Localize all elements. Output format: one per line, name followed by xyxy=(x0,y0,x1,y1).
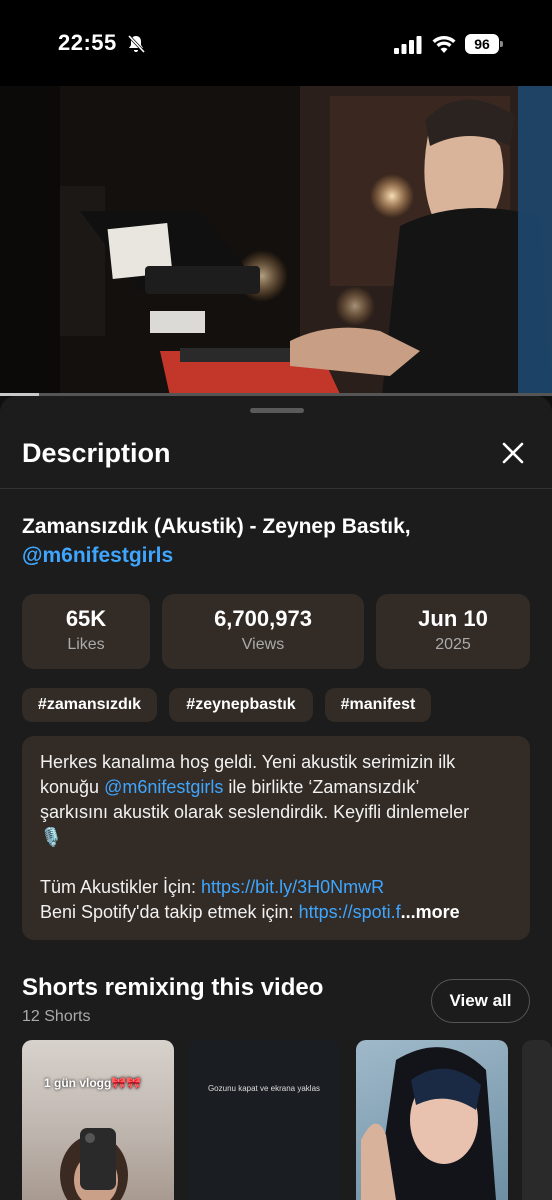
video-title-text: Zamansızdık (Akustik) - Zeynep Bastık, xyxy=(22,515,411,538)
likes-label: Likes xyxy=(67,636,105,653)
short-thumbnail[interactable]: Gozunu kapat ve ekrana yaklas xyxy=(188,1040,340,1200)
drag-handle[interactable] xyxy=(250,408,304,413)
views-value: 6,700,973 xyxy=(214,606,312,631)
shorts-count: 12 Shorts xyxy=(22,1008,91,1025)
close-icon[interactable] xyxy=(496,436,530,470)
date-stat: Jun 10 2025 xyxy=(376,594,530,669)
hashtag-zamansizdik[interactable]: #zamansızdık xyxy=(22,688,157,722)
likes-value: 65K xyxy=(65,606,107,631)
likes-stat: 65K Likes xyxy=(22,594,150,669)
description-line: Herkes kanalıma hoş geldi. Yeni akustik … xyxy=(40,752,456,772)
date-year: 2025 xyxy=(435,636,471,653)
hashtag-zeynepbastik[interactable]: #zeynepbastık xyxy=(169,688,313,722)
video-title: Zamansızdık (Akustik) - Zeynep Bastık, @… xyxy=(22,512,522,570)
battery-level: 96 xyxy=(465,34,499,54)
description-mention-link[interactable]: @m6nifestgirls xyxy=(104,777,223,797)
video-player[interactable] xyxy=(0,86,552,396)
description-blank-line xyxy=(40,850,512,875)
description-sheet: Description Zamansızdık (Akustik) - Zeyn… xyxy=(0,396,552,1200)
description-line: Tüm Akustikler İçin: https://bit.ly/3H0N… xyxy=(40,877,385,897)
short-thumbnail[interactable] xyxy=(522,1040,552,1200)
bell-off-icon xyxy=(127,34,146,54)
sheet-title: Description xyxy=(22,438,171,468)
short-thumbnail-image xyxy=(60,1128,128,1200)
short-thumbnail-image xyxy=(361,1047,496,1200)
short-thumbnail[interactable]: 1 gün vlogg🎀🎀 xyxy=(22,1040,174,1200)
date-value: Jun 10 xyxy=(418,606,488,631)
more-button[interactable]: ...more xyxy=(401,902,460,922)
description-line: konuğu @m6nifestgirls ile birlikte ‘Zama… xyxy=(40,777,420,797)
shorts-section-title: Shorts remixing this video xyxy=(22,974,324,1001)
battery-icon: 96 xyxy=(465,34,503,54)
channel-mention-link[interactable]: @m6nifestgirls xyxy=(22,544,173,567)
status-bar: 22:55 96 xyxy=(0,0,552,86)
hashtag-manifest[interactable]: #manifest xyxy=(325,688,431,722)
description-line: Beni Spotify'da takip etmek için: https:… xyxy=(40,902,460,922)
views-stat: 6,700,973 Views xyxy=(162,594,364,669)
wifi-icon xyxy=(432,36,456,53)
description-line: şarkısını akustik olarak seslendirdik. K… xyxy=(40,802,470,822)
divider xyxy=(0,488,552,489)
views-label: Views xyxy=(241,636,285,653)
cellular-signal-icon xyxy=(394,36,422,54)
microphone-emoji: 🎙️ xyxy=(40,827,63,847)
status-time: 22:55 xyxy=(58,30,117,55)
short-thumbnail[interactable] xyxy=(356,1040,508,1200)
view-all-button[interactable]: View all xyxy=(431,979,530,1023)
description-box[interactable]: Herkes kanalıma hoş geldi. Yeni akustik … xyxy=(22,736,530,940)
short-caption: Gozunu kapat ve ekrana yaklas xyxy=(207,1084,321,1093)
spotify-link[interactable]: https://spoti.f xyxy=(299,902,401,922)
video-frame xyxy=(0,86,552,396)
bitly-link[interactable]: https://bit.ly/3H0NmwR xyxy=(201,877,384,897)
